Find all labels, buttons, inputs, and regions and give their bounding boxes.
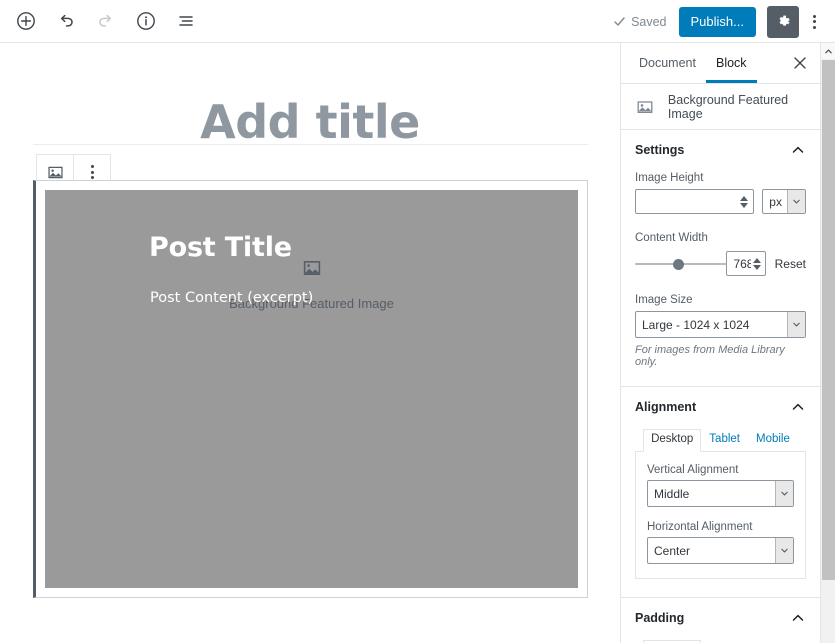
image-height-stepper[interactable] (737, 195, 753, 208)
chevron-down-icon (775, 538, 793, 563)
settings-panel-title: Settings (635, 143, 685, 157)
alignment-panel: Alignment Desktop Tablet Mobile Vertical… (621, 387, 820, 598)
stepper-down-icon (739, 202, 748, 208)
close-sidebar-button[interactable] (786, 49, 814, 77)
header-left-tools (0, 3, 204, 39)
stepper-up-icon (739, 195, 748, 201)
scrollbar-thumb[interactable] (822, 60, 835, 580)
alignment-panel-header[interactable]: Alignment (635, 387, 806, 427)
image-height-row: px (635, 189, 806, 214)
save-status-label: Saved (631, 14, 667, 29)
vertical-alignment-value: Middle (654, 486, 690, 501)
check-icon (614, 17, 625, 26)
editor-header-toolbar: Saved Publish... (0, 0, 835, 43)
settings-gear-button[interactable] (767, 5, 799, 38)
block-info-card: Background Featured Image (621, 84, 820, 130)
stepper-down-icon (753, 264, 762, 270)
list-view-icon[interactable] (168, 3, 204, 39)
alignment-panel-title: Alignment (635, 400, 697, 414)
editor-canvas: Add title Post Title Background Featured… (0, 43, 620, 643)
image-height-label: Image Height (635, 172, 704, 184)
vertical-alignment-select[interactable]: Middle (647, 480, 794, 507)
block-editor-app: Saved Publish... Add title Post Title Ba… (0, 0, 835, 643)
image-height-input[interactable] (636, 190, 738, 213)
image-size-value: Large - 1024 x 1024 (642, 317, 750, 332)
more-options-button[interactable] (799, 4, 829, 40)
image-placeholder-icon (303, 261, 320, 275)
image-block-icon (47, 166, 63, 178)
info-icon[interactable] (128, 3, 164, 39)
content-width-input[interactable] (727, 252, 753, 275)
content-width-stepper[interactable] (753, 257, 765, 270)
content-width-slider[interactable] (635, 257, 727, 271)
add-block-icon[interactable] (8, 3, 44, 39)
content-width-reset-button[interactable]: Reset (775, 257, 806, 271)
sidebar-scrollbar[interactable] (820, 43, 835, 643)
chevron-up-icon (792, 146, 804, 153)
settings-panel-header[interactable]: Settings (635, 130, 806, 170)
settings-sidebar: Document Block Background Featured Image (620, 43, 820, 643)
device-tab-desktop[interactable]: Desktop (643, 429, 702, 452)
chevron-down-icon (787, 312, 805, 337)
undo-icon[interactable] (48, 3, 84, 39)
vertical-alignment-label: Vertical Alignment (647, 464, 739, 476)
selected-block[interactable]: Post Title Background Featured Image Pos… (33, 180, 588, 598)
horizontal-alignment-label: Horizontal Alignment (647, 521, 753, 533)
image-block-icon (635, 97, 656, 117)
redo-icon[interactable] (88, 3, 124, 39)
sidebar-tabs: Document Block (621, 43, 820, 84)
padding-panel-header[interactable]: Padding (635, 598, 806, 638)
preview-post-excerpt: Post Content (excerpt) (150, 290, 314, 306)
chevron-down-icon (775, 481, 793, 506)
alignment-device-tabs: Desktop Tablet Mobile (635, 429, 806, 452)
tab-document[interactable]: Document (629, 43, 706, 83)
padding-panel-title: Padding (635, 611, 685, 625)
content-width-label: Content Width (635, 232, 708, 244)
chevron-up-icon (825, 48, 832, 53)
padding-panel: Padding Desktop Tablet Mobile (621, 598, 820, 643)
stepper-up-icon (753, 257, 762, 263)
ellipsis-vertical-icon (812, 14, 816, 29)
close-icon (794, 57, 806, 69)
content-width-row: Reset (635, 251, 806, 276)
chevron-up-icon (792, 403, 804, 410)
device-tab-mobile[interactable]: Mobile (748, 429, 798, 451)
scroll-up-button[interactable] (821, 43, 835, 59)
horizontal-alignment-group: Horizontal Alignment Center (647, 521, 794, 564)
image-height-input-wrap[interactable] (635, 189, 755, 214)
content-width-input-wrap[interactable] (726, 251, 766, 276)
gear-icon (779, 15, 790, 26)
image-size-help-text: For images from Media Library only. (635, 344, 785, 368)
block-info-label: Background Featured Image (667, 92, 789, 121)
tab-block[interactable]: Block (706, 43, 757, 83)
header-right-tools: Saved Publish... (613, 0, 829, 43)
alignment-device-panel: Vertical Alignment Middle Horizontal Ali… (635, 451, 806, 579)
save-status: Saved (613, 14, 667, 29)
chevron-down-icon (787, 190, 805, 213)
horizontal-alignment-value: Center (654, 543, 691, 558)
image-size-select[interactable]: Large - 1024 x 1024 (635, 311, 806, 338)
chevron-up-icon (792, 614, 804, 621)
image-height-unit-select[interactable]: px (762, 189, 806, 214)
ellipsis-vertical-icon (90, 165, 94, 179)
publish-button[interactable]: Publish... (678, 6, 756, 37)
image-height-unit-value: px (769, 194, 782, 209)
settings-panel: Settings Image Height px Content Width 7… (621, 130, 820, 387)
device-tab-tablet[interactable]: Tablet (701, 429, 748, 451)
horizontal-alignment-select[interactable]: Center (647, 537, 794, 564)
slider-thumb[interactable] (673, 258, 684, 270)
title-separator (33, 144, 588, 145)
image-size-label: Image Size (635, 294, 693, 306)
background-featured-image-preview: Post Title Background Featured Image Pos… (45, 190, 578, 588)
